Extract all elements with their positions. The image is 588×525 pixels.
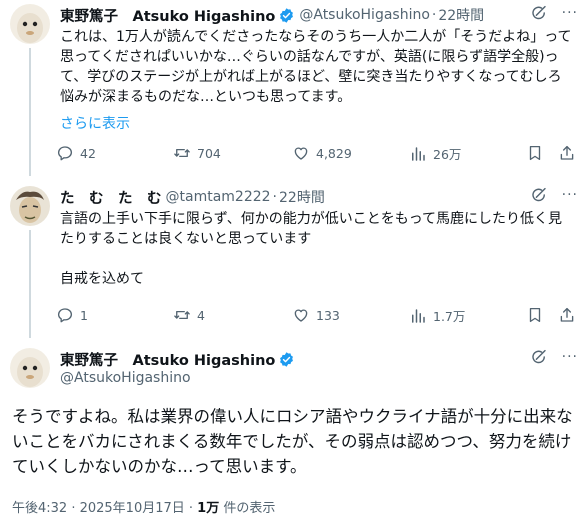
share-button[interactable] bbox=[558, 306, 582, 324]
views-count: 26万 bbox=[433, 147, 462, 162]
views-total: 1万 bbox=[197, 501, 220, 516]
tweet-actions: 42 704 4,829 26万 bbox=[56, 144, 582, 166]
tweet-actions: 1 4 133 1.7万 bbox=[56, 306, 582, 328]
repost-count: 704 bbox=[197, 145, 221, 161]
tweet-text: これは、1万人が読んでくださったならそのうち一人か二人が「そうだよね」って思って… bbox=[60, 29, 572, 105]
repost-button[interactable]: 704 bbox=[173, 144, 221, 162]
thread-connector bbox=[29, 48, 31, 176]
tweet-time[interactable]: 22時間 bbox=[438, 5, 484, 25]
thread-connector bbox=[29, 230, 31, 338]
tweet-timestamp[interactable]: 午後4:32 · 2025年10月17日 · bbox=[12, 501, 197, 516]
views-label: 件の表示 bbox=[219, 501, 276, 516]
avatar[interactable] bbox=[10, 186, 50, 226]
grok-icon[interactable] bbox=[530, 186, 548, 204]
bookmark-icon bbox=[526, 306, 544, 324]
avatar[interactable] bbox=[10, 348, 50, 388]
bookmark-icon bbox=[526, 144, 544, 162]
tweet-header: 東野篤子 Atsuko Higashino ··· bbox=[60, 348, 578, 370]
grok-icon[interactable] bbox=[530, 348, 548, 366]
like-count: 4,829 bbox=[316, 145, 352, 161]
reply-count: 42 bbox=[80, 145, 96, 161]
tweet-metadata: 午後4:32 · 2025年10月17日 · 1万 件の表示 bbox=[12, 497, 275, 516]
verified-badge-icon[interactable] bbox=[278, 7, 295, 24]
views-icon bbox=[409, 307, 427, 325]
main-tweet: 東野篤子 Atsuko Higashino ··· @AtsukoHigashi… bbox=[0, 342, 588, 525]
more-options-button[interactable]: ··· bbox=[562, 5, 578, 21]
display-name[interactable]: 東野篤子 Atsuko Higashino bbox=[60, 349, 275, 370]
views-icon bbox=[409, 145, 427, 163]
reply-count: 1 bbox=[80, 307, 88, 323]
separator-dot: · bbox=[431, 7, 437, 23]
like-count: 133 bbox=[316, 307, 340, 323]
reply-button[interactable]: 42 bbox=[56, 144, 96, 162]
more-options-button[interactable]: ··· bbox=[562, 187, 578, 203]
tweet-text: 言語の上手い下手に限らず、何かの能力が低いことをもって馬鹿にしたり低く見たりする… bbox=[60, 211, 563, 287]
like-icon bbox=[292, 144, 310, 162]
bookmark-button[interactable] bbox=[526, 306, 550, 324]
avatar-image bbox=[10, 186, 50, 226]
verified-badge-icon[interactable] bbox=[278, 351, 295, 368]
share-button[interactable] bbox=[558, 144, 582, 162]
tweet-header: た む た む @tamtam2222 · 22時間 ··· bbox=[60, 186, 578, 208]
user-handle[interactable]: @AtsukoHigashino bbox=[60, 370, 191, 386]
like-icon bbox=[292, 306, 310, 324]
repost-count: 4 bbox=[197, 307, 205, 323]
share-icon bbox=[558, 306, 576, 324]
views-button[interactable]: 1.7万 bbox=[409, 306, 465, 325]
reply-icon bbox=[56, 306, 74, 324]
tweet-header: 東野篤子 Atsuko Higashino @AtsukoHigashino ·… bbox=[60, 4, 578, 26]
avatar-image bbox=[10, 348, 50, 388]
views-count: 1.7万 bbox=[433, 309, 466, 324]
user-handle[interactable]: @AtsukoHigashino bbox=[299, 7, 430, 23]
more-options-button[interactable]: ··· bbox=[562, 349, 578, 365]
share-icon bbox=[558, 144, 576, 162]
tweet-2[interactable]: た む た む @tamtam2222 · 22時間 ··· 言語の上手い下手に… bbox=[0, 182, 588, 338]
repost-icon bbox=[173, 306, 191, 324]
reply-icon bbox=[56, 144, 74, 162]
avatar[interactable] bbox=[10, 4, 50, 44]
user-handle[interactable]: @tamtam2222 bbox=[166, 189, 271, 205]
bookmark-button[interactable] bbox=[526, 144, 550, 162]
reply-button[interactable]: 1 bbox=[56, 306, 88, 324]
repost-icon bbox=[173, 144, 191, 162]
separator-dot: · bbox=[272, 189, 277, 205]
avatar-image bbox=[10, 4, 50, 44]
display-name[interactable]: 東野篤子 Atsuko Higashino bbox=[60, 5, 275, 26]
tweet-text: そうですよね。私は業界の偉い人にロシア語やウクライナ語が十分に出来ないことをバカ… bbox=[12, 407, 573, 476]
like-button[interactable]: 133 bbox=[292, 306, 340, 324]
tweet-time[interactable]: 22時間 bbox=[279, 187, 325, 207]
show-more-link[interactable]: さらに表示 bbox=[60, 113, 130, 133]
grok-icon[interactable] bbox=[530, 4, 548, 22]
like-button[interactable]: 4,829 bbox=[292, 144, 352, 162]
repost-button[interactable]: 4 bbox=[173, 306, 205, 324]
views-button[interactable]: 26万 bbox=[409, 144, 461, 163]
tweet-1[interactable]: 東野篤子 Atsuko Higashino @AtsukoHigashino ·… bbox=[0, 0, 588, 176]
display-name[interactable]: た む た む bbox=[60, 187, 162, 208]
